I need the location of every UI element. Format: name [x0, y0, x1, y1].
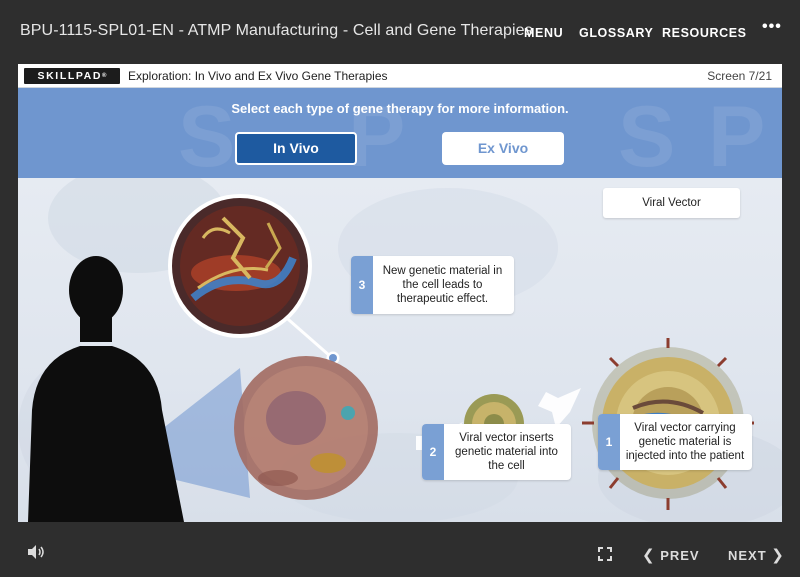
- top-bar: BPU-1115-SPL01-EN - ATMP Manufacturing -…: [0, 0, 800, 64]
- step-2-number: 2: [422, 424, 444, 480]
- step-3-number: 3: [351, 256, 373, 314]
- slide-header: SKILLPAD® Exploration: In Vivo and Ex Vi…: [18, 64, 782, 88]
- step-1-text: Viral vector carrying genetic material i…: [625, 422, 745, 462]
- tab-ex-vivo[interactable]: Ex Vivo: [442, 132, 564, 165]
- next-button[interactable]: NEXT ❯: [728, 546, 785, 564]
- fullscreen-icon[interactable]: [598, 547, 612, 561]
- prev-button[interactable]: ❮ PREV: [642, 546, 700, 564]
- speaker-icon[interactable]: [26, 544, 46, 560]
- instruction-text: Select each type of gene therapy for mor…: [231, 101, 569, 116]
- tab-in-vivo[interactable]: In Vivo: [235, 132, 357, 165]
- gene-therapy-illustration: [28, 194, 754, 522]
- bottom-bar: ❮ PREV NEXT ❯: [0, 522, 800, 577]
- step-3-text: New genetic material in the cell leads t…: [382, 265, 503, 305]
- prev-label: PREV: [660, 548, 700, 563]
- step-1-callout: 1 Viral vector carrying genetic material…: [598, 414, 752, 470]
- viral-vector-label: Viral Vector: [603, 188, 740, 218]
- glossary-button[interactable]: GLOSSARY: [579, 26, 653, 40]
- skillpad-logo: SKILLPAD®: [24, 68, 120, 84]
- cell-image: [234, 356, 378, 500]
- next-label: NEXT: [728, 548, 767, 563]
- step-2-callout: 2 Viral vector inserts genetic material …: [422, 424, 571, 480]
- slide-frame: SKILLPAD® Exploration: In Vivo and Ex Vi…: [18, 64, 782, 522]
- menu-button[interactable]: MENU: [524, 26, 563, 40]
- chevron-left-icon: ❮: [642, 547, 656, 564]
- resources-button[interactable]: RESOURCES: [662, 26, 747, 40]
- screen-counter: Screen 7/21: [707, 69, 772, 83]
- step-2-text: Viral vector inserts genetic material in…: [455, 432, 558, 472]
- chevron-right-icon: ❯: [771, 547, 785, 564]
- more-dots-icon[interactable]: •••: [762, 18, 782, 36]
- arrow-to-small-vector: [538, 388, 581, 428]
- screen-title: Exploration: In Vivo and Ex Vivo Gene Th…: [128, 69, 388, 83]
- instruction-banner: S P S P Select each type of gene therapy…: [18, 88, 782, 180]
- step-3-callout: 3 New genetic material in the cell leads…: [351, 256, 514, 314]
- illustration-area: Viral Vector 3 New genetic material in t…: [18, 178, 782, 522]
- step-1-number: 1: [598, 414, 620, 470]
- course-title: BPU-1115-SPL01-EN - ATMP Manufacturing -…: [20, 22, 533, 39]
- magnified-dna-circle: [168, 194, 312, 338]
- human-silhouette: [28, 256, 184, 522]
